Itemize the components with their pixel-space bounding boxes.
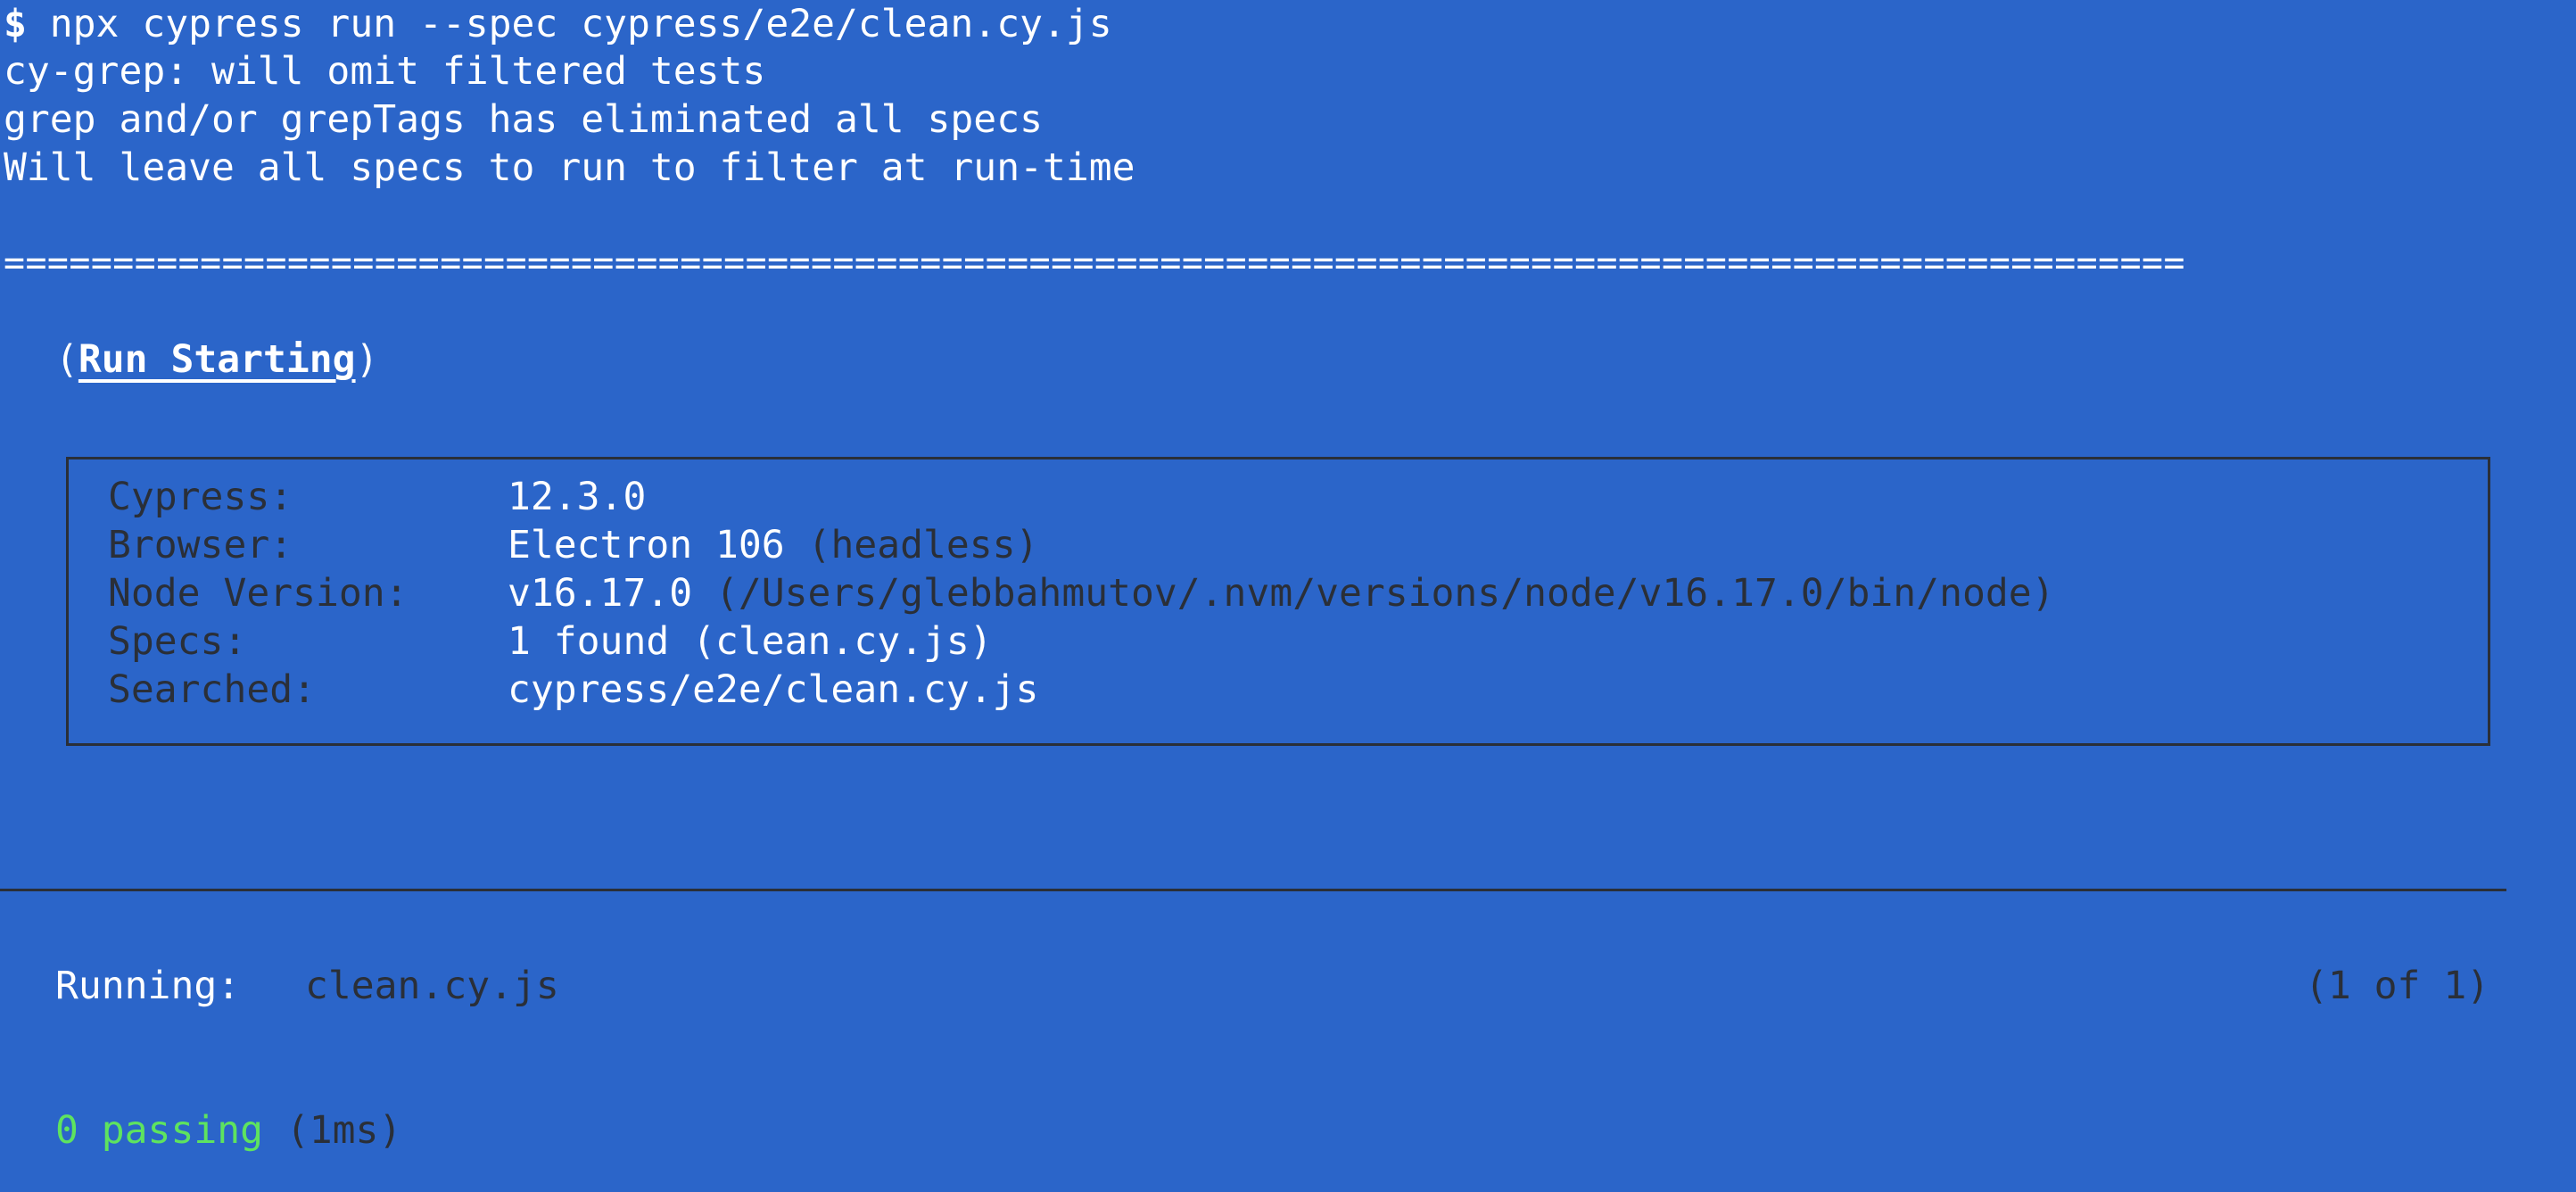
node-version-value: v16.17.0 (/Users/glebbahmutov/.nvm/versi… [508,569,2055,617]
run-starting-open-paren: ( [55,337,78,382]
specs-label: Specs: [108,619,247,664]
run-starting-close-paren: ) [355,337,379,382]
browser-value: Electron 106 (headless) [508,521,1038,569]
run-info-table: Cypress: 12.3.0 Browser: Electron 106 (h… [66,457,2490,746]
test-duration: (1ms) [263,1108,402,1153]
browser-label: Browser: [108,523,293,567]
node-path: (/Users/glebbahmutov/.nvm/versions/node/… [692,571,2055,616]
test-result-line: 0 passing (1ms) [55,1106,401,1155]
specs-value: 1 found (clean.cy.js) [508,619,993,664]
node-version-label: Node Version: [108,571,409,616]
command-line: $ npx cypress run --spec cypress/e2e/cle… [4,0,1112,48]
passing-count: 0 passing [55,1108,263,1153]
searched-label: Searched: [108,667,316,712]
running-label: Running: [55,964,241,1008]
separator-line: ========================================… [4,243,2185,284]
output-line-1: cy-grep: will omit filtered tests [4,49,766,94]
cypress-label: Cypress: [108,475,293,519]
browser-mode: (headless) [784,523,1039,567]
output-line-3: Will leave all specs to run to filter at… [4,145,1135,190]
browser-name: Electron 106 [508,523,785,567]
running-count: (1 of 1) [2305,964,2490,1008]
horizontal-divider [0,889,2506,891]
run-starting-heading: (Run Starting) [55,335,378,384]
command-text: npx cypress run --spec cypress/e2e/clean… [26,2,1112,46]
output-line-2: grep and/or grepTags has eliminated all … [4,97,1043,142]
shell-prompt: $ [4,2,27,46]
node-version: v16.17.0 [508,571,693,616]
running-spec: clean.cy.js [305,964,559,1008]
searched-value: cypress/e2e/clean.cy.js [508,667,1039,712]
cypress-version: 12.3.0 [508,475,647,519]
run-starting-label: Run Starting [78,337,356,382]
